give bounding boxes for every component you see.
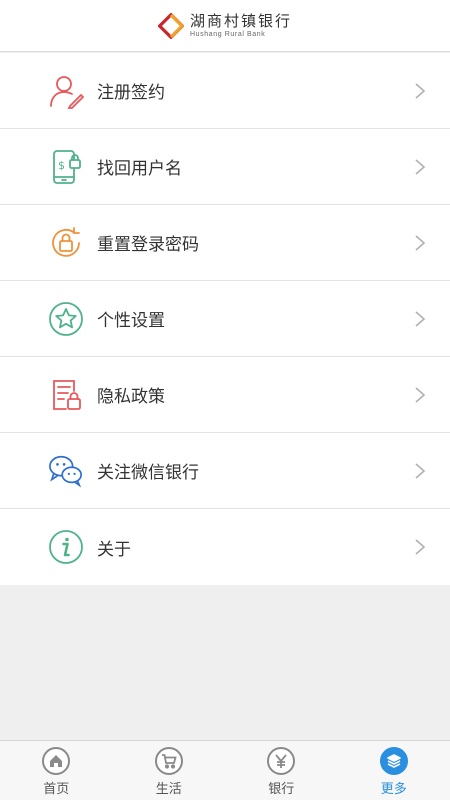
reset-lock-icon	[48, 225, 84, 261]
tab-home[interactable]: 首页	[0, 741, 113, 800]
chevron-right-icon	[415, 234, 426, 251]
chevron-right-icon	[415, 82, 426, 99]
bank-name-en: Hushang Rural Bank	[189, 30, 266, 38]
menu-label-about: 关于	[97, 539, 131, 560]
menu-label-personal-settings: 个性设置	[97, 311, 165, 331]
menu-item-personal-settings[interactable]: 个性设置	[0, 281, 450, 357]
bottom-tab-bar: 首页 生活 银行 更多	[0, 740, 450, 800]
chevron-right-icon	[415, 158, 426, 175]
tab-more[interactable]: 更多	[338, 741, 450, 800]
menu-item-retrieve-username[interactable]: $ 找回用户名	[0, 129, 450, 205]
menu-label-reset-password: 重置登录密码	[97, 235, 199, 255]
menu-item-privacy-policy[interactable]: 隐私政策	[0, 357, 450, 433]
menu-item-about[interactable]: 关于	[0, 509, 450, 585]
app-header: 湖商村镇银行 Hushang Rural Bank	[0, 0, 450, 52]
tab-life[interactable]: 生活	[113, 741, 226, 800]
chevron-right-icon	[415, 310, 426, 327]
home-icon	[42, 747, 71, 775]
menu-item-reset-password[interactable]: 重置登录密码	[0, 205, 450, 281]
menu-label-privacy-policy: 隐私政策	[97, 387, 165, 407]
cart-icon	[154, 747, 183, 775]
tab-label-bank: 银行	[268, 782, 295, 797]
chevron-right-icon	[415, 462, 426, 479]
menu-item-wechat-bank[interactable]: 关注微信银行	[0, 433, 450, 509]
phone-lock-icon: $	[48, 149, 84, 185]
tab-label-home: 首页	[43, 782, 70, 797]
menu-label-retrieve-username: 找回用户名	[97, 159, 182, 179]
bank-name-cn: 湖商村镇银行	[189, 11, 292, 30]
tab-label-more: 更多	[380, 782, 407, 797]
settings-menu: 注册签约 $ 找回用户名 重置登录密码 个性设置 隐私政策 关注微信银行 关于	[0, 53, 450, 585]
user-register-icon	[48, 73, 84, 109]
bank-logo: 湖商村镇银行 Hushang Rural Bank	[157, 11, 292, 39]
tab-bank[interactable]: 银行	[225, 741, 338, 800]
wechat-icon	[48, 453, 84, 489]
privacy-doc-icon	[48, 377, 84, 413]
menu-label-register: 注册签约	[97, 83, 165, 103]
tab-label-life: 生活	[155, 782, 182, 797]
yen-icon	[267, 747, 296, 775]
info-icon	[48, 529, 84, 565]
menu-item-register[interactable]: 注册签约	[0, 53, 450, 129]
chevron-right-icon	[415, 539, 426, 555]
menu-label-wechat-bank: 关注微信银行	[97, 463, 199, 483]
star-icon	[48, 301, 84, 337]
svg-text:$: $	[58, 159, 65, 172]
bank-logo-icon	[157, 12, 184, 39]
layers-icon	[379, 747, 408, 775]
chevron-right-icon	[415, 386, 426, 403]
